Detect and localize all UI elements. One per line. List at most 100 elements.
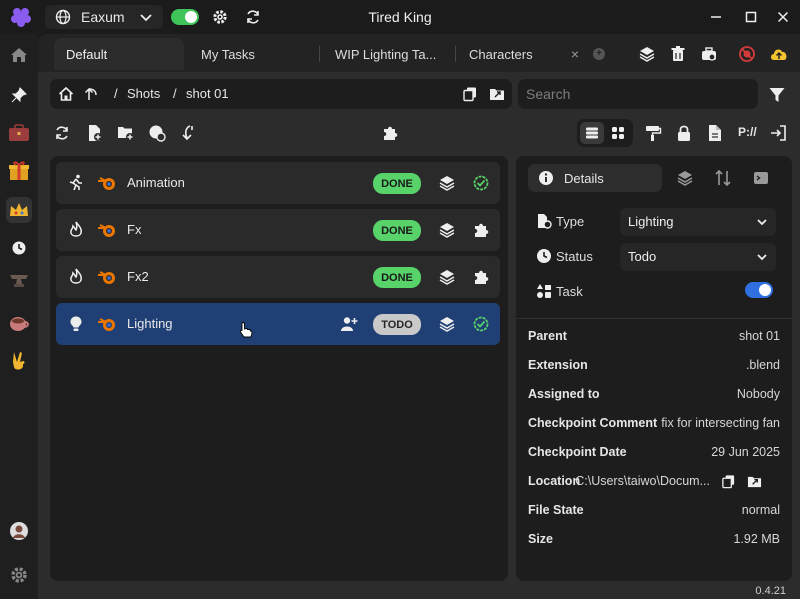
tab-separator: [455, 46, 456, 62]
app-logo-icon[interactable]: [10, 6, 32, 28]
list-view-button[interactable]: [580, 122, 604, 144]
info-value: .blend: [745, 358, 780, 372]
task-row-lighting[interactable]: Lighting TODO: [56, 303, 500, 345]
rail-anvil[interactable]: [6, 267, 32, 293]
record-off-icon[interactable]: [738, 45, 756, 63]
close-icon[interactable]: [774, 8, 792, 26]
up-arrow-icon[interactable]: [83, 86, 99, 102]
layers-icon[interactable]: [676, 169, 694, 187]
info-key: Size: [528, 532, 554, 546]
task-row-fx2[interactable]: Fx2 DONE: [56, 256, 500, 298]
status-label: Status: [556, 249, 593, 264]
tab-close-icon[interactable]: ×: [571, 46, 579, 62]
type-select[interactable]: Lighting: [620, 208, 776, 236]
refresh-icon[interactable]: [53, 124, 71, 142]
tab-label: Characters: [469, 46, 533, 62]
open-folder-icon[interactable]: [747, 474, 762, 489]
info-icon: [539, 171, 553, 185]
layers-icon[interactable]: [438, 221, 456, 239]
tab-characters[interactable]: Characters ×: [457, 38, 587, 70]
document-icon[interactable]: [706, 124, 724, 142]
rail-victory[interactable]: [6, 348, 32, 374]
rail-crown[interactable]: [6, 197, 32, 223]
puzzle-icon[interactable]: [472, 221, 490, 239]
rail-settings[interactable]: [6, 562, 32, 588]
minimize-icon[interactable]: [707, 8, 725, 26]
home-icon[interactable]: [58, 86, 74, 102]
rail-pin[interactable]: [6, 82, 32, 108]
filter-icon[interactable]: [768, 86, 786, 104]
workspace-selector[interactable]: Eaxum: [45, 5, 163, 29]
check-badge-icon[interactable]: [472, 315, 490, 333]
toolbox-settings-icon[interactable]: [700, 45, 718, 63]
puzzle-icon[interactable]: [472, 268, 490, 286]
rail-coffee[interactable]: [6, 310, 32, 336]
info-key: Assigned to: [528, 387, 600, 401]
info-key: Location: [528, 474, 581, 488]
status-badge[interactable]: DONE: [373, 173, 421, 194]
breadcrumb-item-shot[interactable]: shot 01: [186, 86, 229, 101]
status-badge[interactable]: DONE: [373, 220, 421, 241]
details-panel: Details Type Lighting Status Todo Task P…: [516, 156, 792, 581]
new-file-icon[interactable]: [86, 124, 104, 142]
layers-icon[interactable]: [438, 174, 456, 192]
info-value: Nobody: [736, 387, 780, 401]
login-icon[interactable]: [769, 124, 787, 142]
copy-path-icon[interactable]: [462, 86, 478, 102]
status-badge[interactable]: TODO: [373, 314, 421, 335]
gear-icon[interactable]: [211, 8, 229, 26]
trash-icon[interactable]: [669, 45, 687, 63]
maximize-icon[interactable]: [742, 8, 760, 26]
terminal-icon[interactable]: [752, 169, 770, 187]
assign-user-icon[interactable]: [340, 315, 358, 333]
info-row-size: Size 1.92 MB: [528, 526, 780, 555]
search-input[interactable]: [518, 79, 758, 109]
add-tab-button[interactable]: +: [593, 48, 605, 60]
status-select[interactable]: Todo: [620, 243, 776, 271]
web-settings-icon[interactable]: [148, 124, 166, 142]
cloud-upload-icon[interactable]: [769, 45, 789, 63]
info-row-checkpoint-date: Checkpoint Date 29 Jun 2025: [528, 439, 780, 468]
task-name: Animation: [127, 175, 185, 190]
tab-separator: [319, 46, 320, 62]
info-row-assigned: Assigned to Nobody: [528, 381, 780, 410]
link-icon[interactable]: [179, 124, 197, 142]
refresh-icon[interactable]: [244, 8, 262, 26]
victory-hand-icon: [13, 352, 25, 370]
rail-avatar[interactable]: [6, 518, 32, 544]
version-label: 0.4.21: [755, 585, 786, 597]
puzzle-icon[interactable]: [381, 124, 399, 142]
task-row-animation[interactable]: Animation DONE: [56, 162, 500, 204]
layers-icon[interactable]: [438, 268, 456, 286]
lock-icon[interactable]: [675, 124, 693, 142]
home-icon: [11, 48, 27, 62]
title-bar: Eaxum Tired King: [0, 0, 800, 34]
path-mapping-button[interactable]: P://: [738, 125, 757, 139]
tab-default[interactable]: Default: [54, 38, 184, 70]
paint-roller-icon[interactable]: [644, 124, 662, 142]
tab-details[interactable]: Details: [528, 164, 662, 192]
content-area: / Shots / shot 01 Search P:// Animation …: [38, 72, 800, 599]
rail-home[interactable]: [6, 42, 32, 68]
tab-my-tasks[interactable]: My Tasks: [189, 38, 319, 70]
status-badge[interactable]: DONE: [373, 267, 421, 288]
rail-clock[interactable]: [6, 235, 32, 261]
task-row-fx[interactable]: Fx DONE: [56, 209, 500, 251]
info-value: 29 Jun 2025: [711, 445, 780, 459]
layers-icon[interactable]: [638, 45, 656, 63]
copy-path-icon[interactable]: [721, 474, 736, 489]
rail-gift[interactable]: [6, 158, 32, 184]
grid-view-button[interactable]: [606, 122, 630, 144]
breadcrumb-item-shots[interactable]: Shots: [127, 86, 160, 101]
tab-wip-lighting[interactable]: WIP Lighting Ta...: [323, 38, 455, 70]
online-toggle[interactable]: [171, 9, 199, 25]
open-folder-icon[interactable]: [489, 86, 505, 102]
compare-icon[interactable]: [714, 169, 732, 187]
type-value: Lighting: [628, 214, 674, 229]
layers-icon[interactable]: [438, 315, 456, 333]
check-badge-icon[interactable]: [472, 174, 490, 192]
task-toggle[interactable]: [745, 282, 773, 298]
rail-briefcase[interactable]: [6, 120, 32, 146]
info-row-parent: Parent shot 01: [528, 323, 780, 352]
new-folder-icon[interactable]: [117, 124, 135, 142]
